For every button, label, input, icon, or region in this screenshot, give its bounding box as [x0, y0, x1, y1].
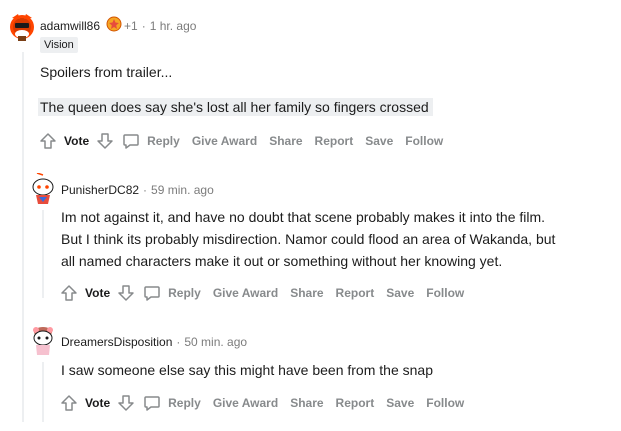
comment-icon [144, 286, 160, 301]
quote-text: The queen does say she's lost all her fa… [38, 98, 433, 116]
downvote-icon[interactable] [116, 393, 136, 413]
timestamp[interactable]: 50 min. ago [184, 335, 247, 349]
comment-paragraph: Spoilers from trailer... [40, 64, 173, 80]
report-button[interactable]: Report [315, 134, 354, 148]
comment-paragraph: I saw someone else say this might have b… [61, 362, 433, 378]
comment-actions: Vote Reply Give Award Share Report Save … [59, 281, 476, 305]
save-button[interactable]: Save [386, 396, 414, 410]
follow-button[interactable]: Follow [426, 286, 464, 300]
vote-count: Vote [64, 134, 90, 148]
username[interactable]: DreamersDisposition [61, 335, 172, 349]
username[interactable]: PunisherDC82 [61, 183, 139, 197]
thread-line[interactable] [22, 52, 24, 422]
save-button[interactable]: Save [365, 134, 393, 148]
award-icon[interactable] [106, 16, 122, 35]
user-flair: Vision [40, 37, 78, 53]
comment-actions: Vote Reply Give Award Share Report Save … [38, 129, 455, 153]
timestamp[interactable]: 59 min. ago [151, 183, 214, 197]
separator: · [143, 183, 148, 197]
comment-actions: Vote Reply Give Award Share Report Save … [59, 391, 476, 415]
upvote-icon[interactable] [59, 283, 79, 303]
comment-body: Spoilers from trailer... [40, 61, 172, 83]
timestamp[interactable]: 1 hr. ago [150, 19, 197, 33]
comment-body: Im not against it, and have no doubt tha… [61, 206, 555, 272]
follow-button[interactable]: Follow [405, 134, 443, 148]
give-award-button[interactable]: Give Award [213, 286, 278, 300]
report-button[interactable]: Report [336, 396, 375, 410]
give-award-button[interactable]: Give Award [213, 396, 278, 410]
vote-count: Vote [85, 396, 111, 410]
comment-paragraph: But I think its probably misdirection. N… [61, 231, 556, 247]
thread-line[interactable] [42, 362, 44, 422]
reply-button[interactable]: Reply [121, 131, 180, 151]
comment-icon [123, 134, 139, 149]
separator: · [176, 335, 181, 349]
comment-paragraph: Im not against it, and have no doubt tha… [61, 209, 546, 225]
vote-count: Vote [85, 286, 111, 300]
reply-button[interactable]: Reply [142, 393, 201, 413]
reply-button[interactable]: Reply [142, 283, 201, 303]
comment-paragraph: all named characters make it out or some… [61, 253, 503, 269]
comment-quote: The queen does say she's lost all her fa… [38, 96, 433, 118]
give-award-button[interactable]: Give Award [192, 134, 257, 148]
report-button[interactable]: Report [336, 286, 375, 300]
share-button[interactable]: Share [290, 286, 323, 300]
save-button[interactable]: Save [386, 286, 414, 300]
upvote-icon[interactable] [59, 393, 79, 413]
downvote-icon[interactable] [95, 131, 115, 151]
avatar[interactable] [27, 172, 59, 205]
separator: · [141, 18, 146, 33]
downvote-icon[interactable] [116, 283, 136, 303]
award-count: +1 [124, 18, 138, 33]
avatar[interactable] [6, 10, 38, 42]
comment-icon [144, 396, 160, 411]
thread-line[interactable] [42, 210, 44, 298]
avatar[interactable] [27, 324, 59, 356]
share-button[interactable]: Share [269, 134, 302, 148]
upvote-icon[interactable] [38, 131, 58, 151]
follow-button[interactable]: Follow [426, 396, 464, 410]
comment-body: I saw someone else say this might have b… [61, 359, 433, 381]
share-button[interactable]: Share [290, 396, 323, 410]
username[interactable]: adamwill86 [40, 19, 100, 33]
